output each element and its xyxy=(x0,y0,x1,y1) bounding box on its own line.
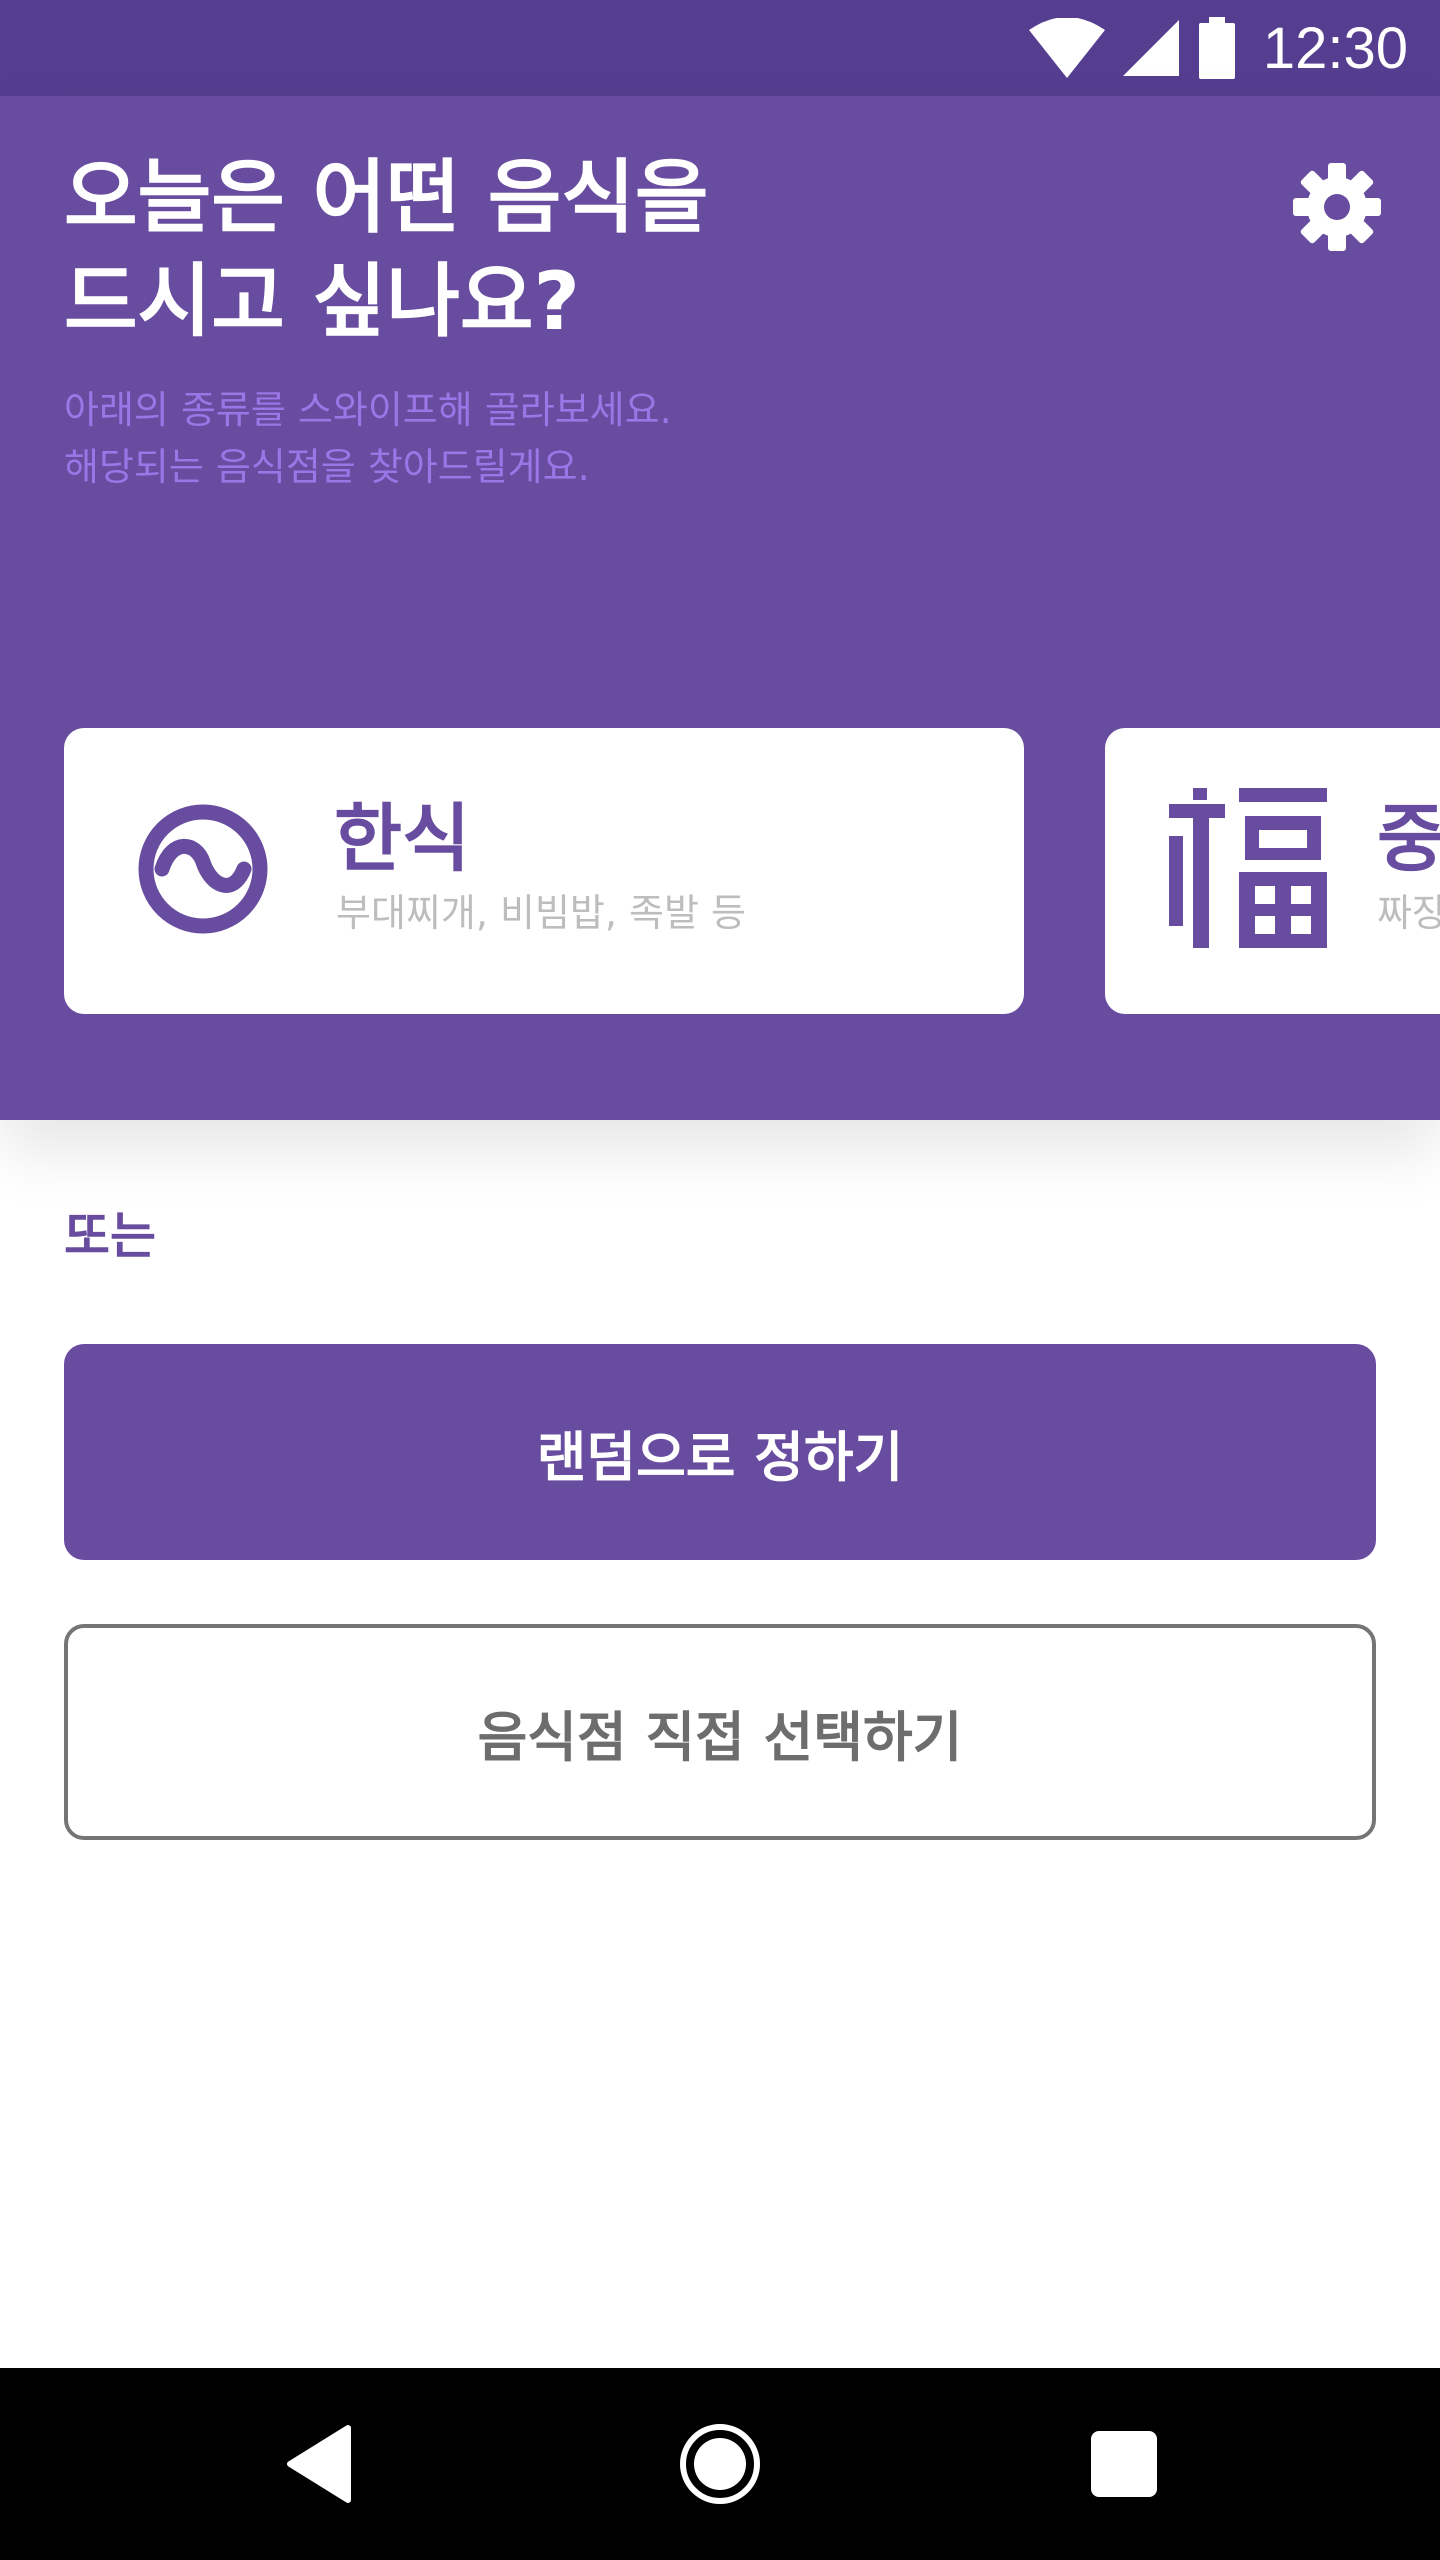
page-title-line-2: 드시고 싶나요? xyxy=(64,255,580,348)
status-time: 12:30 xyxy=(1262,15,1408,81)
page-subtitle: 아래의 종류를 스와이프해 골라보세요. 해당되는 음식점을 찾아드릴게요. xyxy=(64,382,672,496)
page-title-line-1: 오늘은 어떤 음식을 xyxy=(64,151,709,244)
or-label: 또는 xyxy=(64,1207,156,1265)
select-restaurant-label: 음식점 직접 선택하기 xyxy=(477,1705,963,1769)
nav-recents-button[interactable] xyxy=(1024,2368,1224,2560)
wifi-icon xyxy=(1028,18,1105,78)
nav-home-button[interactable] xyxy=(620,2368,820,2560)
page-subtitle-line-1: 아래의 종류를 스와이프해 골라보세요. xyxy=(64,388,672,432)
random-pick-button[interactable]: 랜덤으로 정하기 xyxy=(64,1344,1376,1560)
category-subtitle: 부대찌개, 비빔밥, 족발 등 xyxy=(336,891,746,935)
select-restaurant-button[interactable]: 음식점 직접 선택하기 xyxy=(64,1624,1376,1840)
fu-character-icon xyxy=(1169,788,1327,948)
category-title: 중 xyxy=(1377,796,1440,882)
nav-back-button[interactable] xyxy=(220,2368,420,2560)
status-bar: 12:30 xyxy=(0,0,1440,96)
cellular-signal-icon xyxy=(1122,20,1179,76)
gear-icon xyxy=(1293,163,1381,251)
header: 오늘은 어떤 음식을 드시고 싶나요? 아래의 종류를 스와이프해 골라보세요.… xyxy=(0,96,1440,1120)
page-title: 오늘은 어떤 음식을 드시고 싶나요? xyxy=(64,146,709,354)
category-title: 한식 xyxy=(334,796,471,882)
random-pick-label: 랜덤으로 정하기 xyxy=(536,1425,904,1489)
home-icon xyxy=(680,2424,760,2504)
korean-swirl-icon xyxy=(138,804,268,934)
navigation-bar xyxy=(0,2368,1440,2560)
category-card-chinese[interactable]: 중 짜장 xyxy=(1105,728,1440,1014)
category-subtitle: 짜장 xyxy=(1377,891,1440,935)
battery-icon xyxy=(1198,17,1235,79)
category-card-korean[interactable]: 한식 부대찌개, 비빔밥, 족발 등 xyxy=(64,728,1024,1014)
recents-icon xyxy=(1091,2431,1157,2497)
status-icons: 12:30 xyxy=(1028,0,1408,96)
back-icon xyxy=(287,2425,351,2503)
settings-button[interactable] xyxy=(1292,162,1382,252)
page-subtitle-line-2: 해당되는 음식점을 찾아드릴게요. xyxy=(64,445,590,489)
